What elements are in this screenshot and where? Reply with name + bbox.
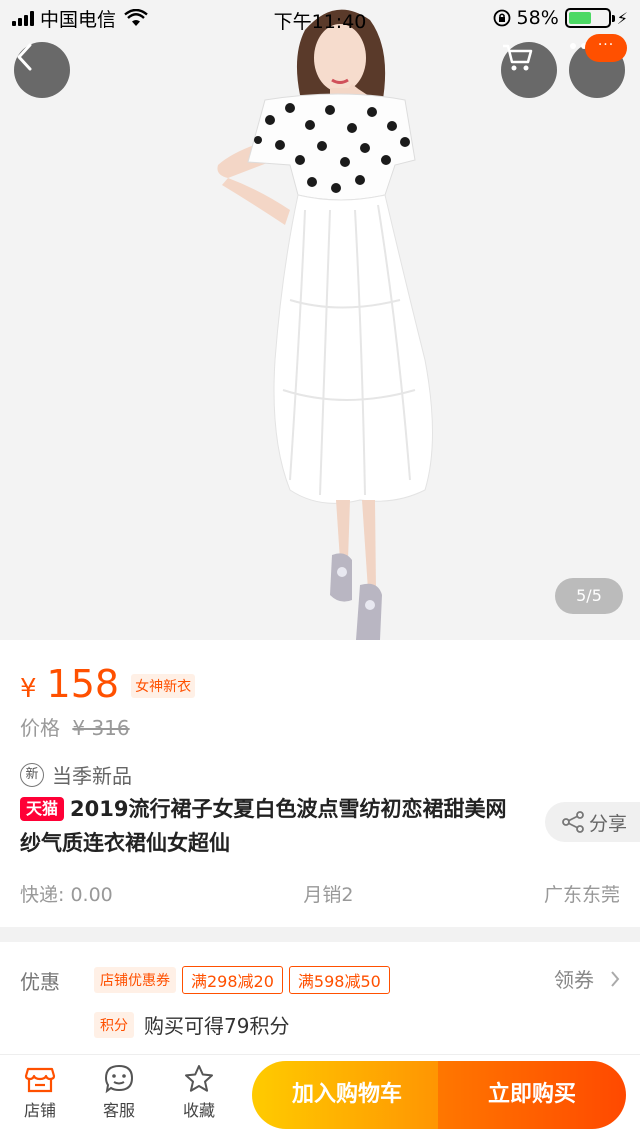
battery-icon <box>564 8 615 28</box>
product-title-block: 天猫 2019流行裙子女夏白色波点雪纺初恋裙甜美网纱气质连衣裙仙女超仙 <box>20 792 520 860</box>
original-price-label: 价格 <box>20 716 60 740</box>
chevron-right-icon <box>611 970 620 987</box>
favorite-button[interactable]: 收藏 <box>169 1063 229 1121</box>
product-photo <box>217 9 433 640</box>
charging-icon: ⚡ <box>616 8 628 28</box>
currency-symbol: ¥ <box>20 674 37 704</box>
ship-from-location: 广东东莞 <box>543 884 620 906</box>
battery-percent: 58% <box>516 7 559 29</box>
monthly-sales: 月销2 <box>303 884 354 906</box>
buy-now-button[interactable]: 立即购买 <box>438 1061 626 1129</box>
shipping-fee: 快递: 0.00 <box>20 884 113 906</box>
notification-badge: ··· <box>585 34 627 62</box>
get-coupon-button[interactable]: 领券 <box>554 964 620 993</box>
cart-icon <box>503 44 533 71</box>
service-label: 客服 <box>102 1101 135 1120</box>
coupon-item[interactable]: 满298减20 <box>182 966 283 994</box>
add-to-cart-button[interactable]: 加入购物车 <box>252 1061 442 1129</box>
store-icon <box>24 1067 56 1093</box>
status-bar: 中国电信 下午11:40 58% ⚡ <box>0 0 640 36</box>
chat-face-icon <box>104 1064 134 1094</box>
product-info-card: ¥ 158 女神新衣 价格 ¥ 316 新 当季新品 天猫 2019流行裙子女夏白… <box>0 640 640 927</box>
product-title: 2019流行裙子女夏白色波点雪纺初恋裙甜美网纱气质连衣裙仙女超仙 <box>20 797 507 855</box>
signal-icon <box>12 10 34 26</box>
carrier-name: 中国电信 <box>40 8 117 31</box>
share-button[interactable]: 分享 <box>545 802 640 842</box>
share-icon <box>562 811 584 833</box>
shop-coupon-tag: 店铺优惠券 <box>94 967 176 993</box>
promotion-card[interactable]: 优惠 店铺优惠券 满298减20 满598减50 领券 积分 购买可得79积分 <box>0 942 640 1054</box>
season-label: 当季新品 <box>52 764 132 788</box>
rotation-lock-icon <box>493 9 510 27</box>
shop-button[interactable]: 店铺 <box>10 1063 70 1121</box>
price-tag: 女神新衣 <box>131 674 196 698</box>
share-label: 分享 <box>589 812 628 835</box>
get-coupon-label: 领券 <box>554 968 594 992</box>
coupon-row: 店铺优惠券 满298减20 满598减50 <box>94 966 390 994</box>
bottom-action-bar: 店铺 客服 收藏 加入购物车 立即购买 <box>0 1054 640 1139</box>
star-icon <box>185 1065 213 1092</box>
meta-row: 快递: 0.00 月销2 广东东莞 <box>20 880 620 907</box>
new-badge-icon: 新 <box>20 762 44 787</box>
cart-button[interactable] <box>501 42 557 98</box>
chevron-left-icon <box>17 43 32 71</box>
tmall-badge: 天猫 <box>20 797 65 821</box>
current-price: 158 <box>46 662 120 706</box>
customer-service-button[interactable]: 客服 <box>89 1063 149 1121</box>
promo-label: 优惠 <box>20 970 60 994</box>
season-row: 新 当季新品 <box>20 760 132 789</box>
product-image-gallery[interactable]: ··· 5/5 <box>0 0 640 640</box>
favorite-label: 收藏 <box>182 1101 215 1120</box>
points-tag: 积分 <box>94 1011 134 1038</box>
original-price-row: 价格 ¥ 316 <box>20 712 130 741</box>
price-row: ¥ 158 女神新衣 <box>20 662 196 706</box>
shop-label: 店铺 <box>23 1101 56 1120</box>
coupon-item[interactable]: 满598减50 <box>288 966 390 994</box>
gallery-page-counter: 5/5 <box>555 578 623 614</box>
points-text: 购买可得79积分 <box>144 1014 290 1038</box>
points-row: 积分 购买可得79积分 <box>94 1010 289 1039</box>
wifi-icon <box>124 9 148 26</box>
battery-level <box>568 12 591 24</box>
back-button[interactable] <box>14 42 70 98</box>
original-price: ¥ 316 <box>72 716 130 740</box>
